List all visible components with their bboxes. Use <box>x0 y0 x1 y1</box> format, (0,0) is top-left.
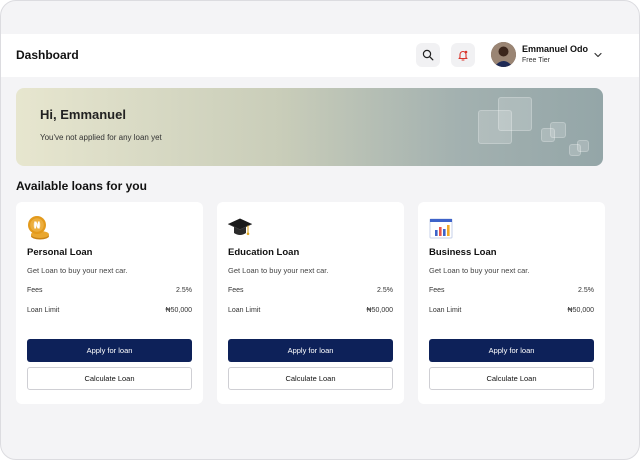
loan-limit-value: ₦50,000 <box>165 307 192 314</box>
naira-coin-icon: ₦ <box>28 216 49 240</box>
loan-card-personal: ₦ Personal Loan Get Loan to buy your nex… <box>16 202 203 404</box>
graduation-cap-icon <box>227 218 253 236</box>
calculate-loan-button[interactable]: Calculate Loan <box>429 367 594 390</box>
apply-for-loan-button[interactable]: Apply for loan <box>27 339 192 362</box>
loan-limit-label: Loan Limit <box>27 307 60 314</box>
loan-title: Personal Loan <box>27 247 93 258</box>
fees-value: 2.5% <box>176 287 192 294</box>
bell-icon <box>458 50 468 61</box>
fees-value: 2.5% <box>578 287 594 294</box>
page-title: Dashboard <box>16 48 79 62</box>
bar-chart-board-icon <box>429 218 453 239</box>
notifications-button[interactable] <box>451 43 475 67</box>
apply-for-loan-button[interactable]: Apply for loan <box>228 339 393 362</box>
apply-for-loan-button[interactable]: Apply for loan <box>429 339 594 362</box>
banner-message: You've not applied for any loan yet <box>40 133 162 142</box>
decorative-square <box>577 140 589 152</box>
greeting-text: Hi, Emmanuel <box>40 107 126 122</box>
user-photo-icon <box>491 42 516 67</box>
fees-label: Fees <box>429 287 445 294</box>
search-button[interactable] <box>416 43 440 67</box>
app-window: Dashboard Emmanuel Odo Free Tier Hi, Emm… <box>0 0 640 460</box>
loan-limit-label: Loan Limit <box>429 307 462 314</box>
loan-card-business: Business Loan Get Loan to buy your next … <box>418 202 605 404</box>
loan-card-education: Education Loan Get Loan to buy your next… <box>217 202 404 404</box>
welcome-banner: Hi, Emmanuel You've not applied for any … <box>16 88 603 166</box>
loan-limit-value: ₦50,000 <box>567 307 594 314</box>
chevron-down-icon[interactable] <box>592 49 604 61</box>
search-icon <box>422 49 434 61</box>
top-bar: Dashboard Emmanuel Odo Free Tier <box>1 34 639 77</box>
user-tier: Free Tier <box>522 57 551 64</box>
svg-text:₦: ₦ <box>34 221 41 232</box>
calculate-loan-button[interactable]: Calculate Loan <box>228 367 393 390</box>
loan-limit-label: Loan Limit <box>228 307 261 314</box>
fees-label: Fees <box>228 287 244 294</box>
loan-description: Get Loan to buy your next car. <box>27 266 128 275</box>
decorative-square <box>498 97 532 131</box>
calculate-loan-button[interactable]: Calculate Loan <box>27 367 192 390</box>
loan-limit-value: ₦50,000 <box>366 307 393 314</box>
fees-value: 2.5% <box>377 287 393 294</box>
loan-description: Get Loan to buy your next car. <box>429 266 530 275</box>
avatar[interactable] <box>491 42 516 67</box>
fees-label: Fees <box>27 287 43 294</box>
user-name: Emmanuel Odo <box>522 44 589 54</box>
decorative-square <box>550 122 566 138</box>
loan-description: Get Loan to buy your next car. <box>228 266 329 275</box>
loan-title: Education Loan <box>228 247 300 258</box>
section-title: Available loans for you <box>16 179 147 193</box>
loan-title: Business Loan <box>429 247 497 258</box>
